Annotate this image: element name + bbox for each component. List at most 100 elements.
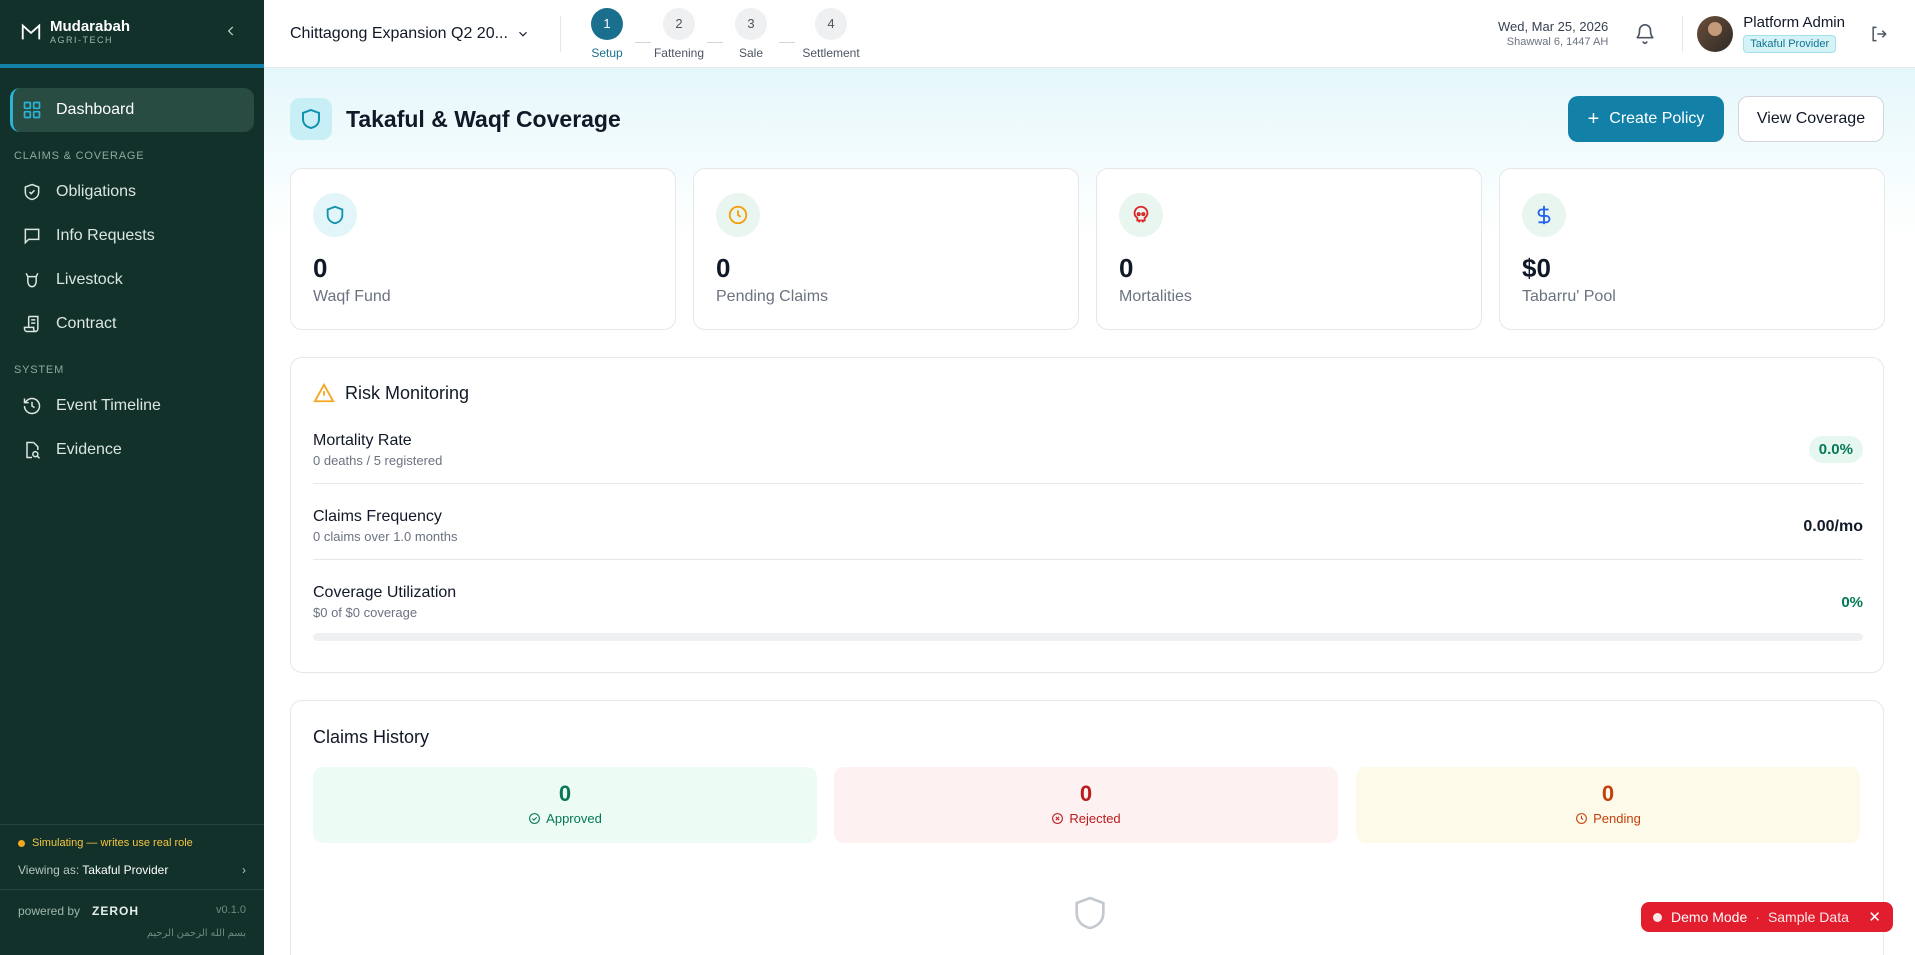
history-icon — [23, 397, 41, 415]
simulation-panel: Simulating — writes use real role Viewin… — [0, 824, 264, 889]
sidebar-item-evidence[interactable]: Evidence — [10, 428, 254, 472]
metric-claims-frequency: Claims Frequency 0 claims over 1.0 month… — [313, 508, 1863, 560]
sidebar-item-dashboard[interactable]: Dashboard — [10, 88, 254, 132]
step-settlement[interactable]: 4 Settlement — [795, 7, 867, 60]
sidebar-item-event-timeline[interactable]: Event Timeline — [10, 384, 254, 428]
metric-value: 0% — [1841, 594, 1863, 611]
avatar[interactable] — [1697, 15, 1734, 52]
brand[interactable]: Mudarabah AGRI-TECH — [0, 0, 264, 68]
claims-count: 0 — [558, 781, 572, 806]
step-fattening[interactable]: 2 Fattening — [651, 7, 707, 60]
stat-label: Mortalities — [1119, 288, 1192, 305]
step-number: 2 — [663, 7, 695, 40]
mudarabah-logo-icon — [21, 23, 41, 40]
metric-sub: $0 of $0 coverage — [313, 605, 418, 620]
step-number: 3 — [735, 7, 767, 40]
demo-mode-label: Demo Mode — [1671, 909, 1748, 925]
metric-value: 0.00/mo — [1803, 518, 1863, 535]
sidebar-item-info-requests[interactable]: Info Requests — [10, 214, 254, 258]
sidebar: Mudarabah AGRI-TECH Dashboard CLAIMS & C… — [0, 0, 264, 955]
claims-status-label: Rejected — [1069, 811, 1121, 826]
stat-value: $0 — [1522, 253, 1551, 283]
sidebar-item-label: Info Requests — [56, 227, 155, 244]
simulation-warning: Simulating — writes use real role — [18, 837, 246, 849]
viewing-as-selector[interactable]: Viewing as: Takaful Provider › — [18, 863, 246, 889]
clock-icon — [1576, 813, 1588, 824]
sidebar-item-label: Evidence — [56, 441, 122, 458]
chevron-left-icon[interactable] — [224, 24, 238, 38]
claims-count: 0 — [1601, 781, 1615, 806]
demo-mode-badge: Demo Mode · Sample Data ✕ — [1641, 902, 1893, 932]
stat-value: 0 — [313, 253, 328, 283]
chevron-down-icon — [519, 31, 527, 37]
page-title: Takaful & Waqf Coverage — [346, 105, 621, 132]
metric-name: Claims Frequency — [313, 508, 442, 525]
create-policy-button[interactable]: + Create Policy — [1568, 96, 1724, 142]
date-block: Wed, Mar 25, 2026 Shawwal 6, 1447 AH — [1498, 19, 1608, 48]
brand-name: Mudarabah — [50, 18, 131, 35]
view-coverage-button[interactable]: View Coverage — [1738, 96, 1884, 142]
empty-state-shield-icon — [1075, 896, 1105, 930]
sidebar-item-obligations[interactable]: Obligations — [10, 170, 254, 214]
stat-label: Pending Claims — [716, 288, 829, 305]
stat-card-mortalities: 0 Mortalities — [1096, 168, 1482, 330]
stat-value: 0 — [716, 253, 731, 283]
sidebar-item-contract[interactable]: Contract — [10, 302, 254, 346]
record-dot-icon — [1653, 912, 1662, 922]
scroll-icon — [23, 315, 39, 333]
stat-value: 0 — [1119, 253, 1134, 283]
stat-card-tabarru-pool: $0 Tabarru' Pool — [1499, 168, 1885, 330]
step-number: 4 — [815, 7, 847, 40]
view-coverage-label: View Coverage — [1756, 110, 1866, 127]
claims-approved[interactable]: 0 Approved — [313, 767, 817, 843]
step-sale[interactable]: 3 Sale — [723, 7, 779, 60]
sidebar-item-label: Dashboard — [56, 101, 135, 118]
page-icon — [290, 98, 332, 140]
stat-icon — [313, 193, 357, 237]
user-info[interactable]: Platform Admin Takaful Provider — [1743, 14, 1845, 53]
claims-status-label: Approved — [546, 811, 602, 826]
claims-pending[interactable]: 0 Pending — [1356, 767, 1860, 843]
top-right: Wed, Mar 25, 2026 Shawwal 6, 1447 AH Pla… — [1498, 14, 1915, 53]
x-circle-icon — [1052, 813, 1064, 824]
shield-check-icon — [24, 183, 40, 201]
logout-icon[interactable] — [1869, 24, 1889, 44]
powered-by-text: powered by — [18, 904, 81, 918]
metric-value: 0.0% — [1808, 436, 1863, 463]
version-label: v0.1.0 — [216, 904, 246, 916]
coverage-utilization-bar — [313, 633, 1863, 641]
hijri-date: Shawwal 6, 1447 AH — [1506, 36, 1609, 48]
step-connector — [635, 41, 651, 43]
powered-by: powered by ZEROH v0.1.0 بسم الله الرحمن ا… — [0, 889, 264, 955]
dollar-sign-icon — [1537, 205, 1551, 225]
metric-sub: 0 claims over 1.0 months — [313, 529, 458, 544]
metric-name: Coverage Utilization — [313, 584, 457, 601]
message-square-icon — [24, 228, 40, 245]
close-icon[interactable]: ✕ — [1868, 908, 1881, 926]
project-selector[interactable]: Chittagong Expansion Q2 20... — [264, 25, 560, 43]
stat-card-waqf-fund: 0 Waqf Fund — [290, 168, 676, 330]
stat-icon — [1522, 193, 1566, 237]
risk-title-text: Risk Monitoring — [345, 382, 470, 403]
claims-status: Pending — [1356, 811, 1860, 826]
risk-monitoring-title: Risk Monitoring — [313, 382, 469, 404]
demo-mode-sub: Sample Data — [1767, 909, 1849, 925]
claims-status: Approved — [313, 811, 817, 826]
check-circle-icon — [529, 813, 541, 824]
shield-icon — [326, 205, 344, 225]
claims-count: 0 — [1079, 781, 1093, 806]
sidebar-item-livestock[interactable]: Livestock — [10, 258, 254, 302]
claims-rejected[interactable]: 0 Rejected — [834, 767, 1338, 843]
step-connector — [779, 41, 795, 43]
step-label: Fattening — [653, 45, 705, 60]
brand-sub: AGRI-TECH — [50, 35, 113, 45]
main-content: Takaful & Waqf Coverage + Create Policy … — [264, 68, 1915, 955]
bell-icon[interactable] — [1634, 23, 1656, 45]
warning-dot-icon — [18, 839, 25, 847]
step-connector — [707, 41, 723, 43]
claims-status: Rejected — [834, 811, 1338, 826]
role-badge: Takaful Provider — [1743, 35, 1837, 53]
step-label: Setup — [591, 45, 623, 60]
step-label: Settlement — [802, 45, 860, 60]
step-setup[interactable]: 1 Setup — [579, 7, 635, 60]
